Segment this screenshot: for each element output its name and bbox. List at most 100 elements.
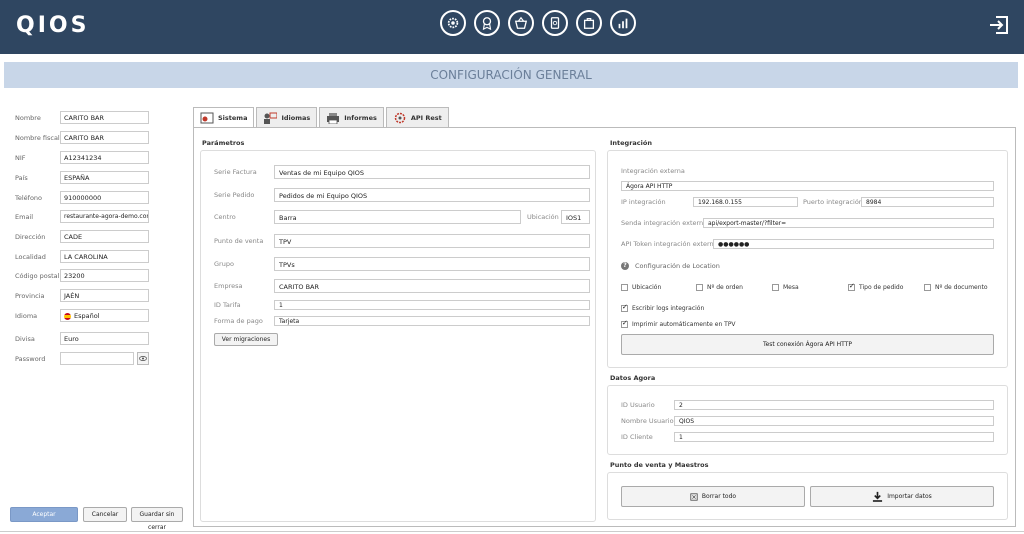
checkbox[interactable] <box>696 284 703 291</box>
check-escribir-logs[interactable]: Escribir logs integración <box>621 303 705 312</box>
check-numero-orden[interactable]: Nº de orden <box>696 284 743 291</box>
pais-input[interactable]: ESPAÑA <box>60 171 149 184</box>
check-tipo-pedido[interactable]: Tipo de pedido <box>848 282 904 291</box>
checkbox-label: Nº de documento <box>935 284 988 291</box>
tab-api-rest[interactable]: API Rest <box>385 107 449 127</box>
integracion-externa-label: Integración externa <box>621 167 685 175</box>
check-mesa[interactable]: Mesa <box>772 284 799 291</box>
tab-informes[interactable]: Informes <box>319 107 384 127</box>
id-cliente-input[interactable]: 1 <box>674 432 994 442</box>
bag-icon[interactable] <box>576 10 602 36</box>
nombre-input[interactable]: CARITO BAR <box>60 111 149 124</box>
serie-pedido-input[interactable]: Pedidos de mi Equipo QIOS <box>274 188 590 202</box>
borrar-todo-button[interactable]: Borrar todo <box>621 486 805 507</box>
punto-venta-input[interactable]: TPV <box>274 234 590 248</box>
empresa-input[interactable]: CARITO BAR <box>274 279 590 293</box>
senda-integracion-input[interactable]: api/export-master/?filter= <box>703 218 994 228</box>
forma-pago-row: Forma de pago Tarjeta <box>214 316 594 330</box>
tab-idiomas[interactable]: Idiomas <box>256 107 318 127</box>
nombre-fiscal-input[interactable]: CARITO BAR <box>60 131 149 144</box>
chart-icon[interactable] <box>610 10 636 36</box>
ip-integracion-input[interactable]: 192.168.0.155 <box>693 197 798 207</box>
field-label: Centro <box>214 213 236 221</box>
field-label: País <box>15 174 28 182</box>
divisa-input[interactable]: Euro <box>60 332 149 345</box>
api-gear-icon <box>394 112 406 123</box>
senda-row: Senda integración externa api/export-mas… <box>621 218 1001 232</box>
save-without-close-button[interactable]: Guardar sin cerrar <box>131 507 183 531</box>
tab-sistema[interactable]: Sistema <box>193 107 255 128</box>
field-label: Nombre fiscal <box>15 134 60 142</box>
eye-icon[interactable] <box>137 352 149 365</box>
puerto-integracion-input[interactable]: 8984 <box>861 197 994 207</box>
checkbox-label: Tipo de pedido <box>859 284 904 291</box>
grupo-row: Grupo TPVs <box>214 257 594 271</box>
nif-input[interactable]: A12341234 <box>60 151 149 164</box>
checkbox[interactable] <box>621 303 628 312</box>
api-token-input[interactable]: ●●●●●● <box>713 239 994 249</box>
checkbox[interactable] <box>772 284 779 291</box>
field-label: Puerto integración <box>803 198 863 206</box>
field-label: Localidad <box>15 253 46 261</box>
accept-button[interactable]: Aceptar <box>10 507 78 522</box>
checkbox-label: Imprimir automáticamente en TPV <box>632 321 736 328</box>
field-label: Empresa <box>214 282 243 290</box>
checkbox[interactable] <box>848 282 855 291</box>
button-label: Importar datos <box>887 493 932 500</box>
help-icon[interactable]: ? <box>621 262 629 270</box>
direccion-input[interactable]: CADE <box>60 230 149 243</box>
forma-pago-input[interactable]: Tarjeta <box>274 316 590 326</box>
localidad-input[interactable]: LA CAROLINA <box>60 250 149 263</box>
field-label: Dirección <box>15 233 46 241</box>
serie-factura-input[interactable]: Ventas de mi Equipo QIOS <box>274 165 590 179</box>
punto-venta-row: Punto de venta TPV <box>214 234 594 248</box>
codigo-postal-input[interactable]: 23200 <box>60 269 149 282</box>
checkbox[interactable] <box>621 284 628 291</box>
maestros-title: Punto de venta y Maestros <box>610 461 709 469</box>
field-label: Serie Factura <box>214 168 257 176</box>
check-numero-documento[interactable]: Nº de documento <box>924 284 988 291</box>
app-logo: QIOS <box>16 13 90 38</box>
cancel-button[interactable]: Cancelar <box>83 507 127 522</box>
tab-bar: Sistema Idiomas Informes API Rest <box>193 107 451 128</box>
badge-icon[interactable] <box>474 10 500 36</box>
field-label: NIF <box>15 154 26 162</box>
check-imprimir-auto[interactable]: Imprimir automáticamente en TPV <box>621 319 736 328</box>
test-connection-button[interactable]: Test conexión Ágora API HTTP <box>621 334 994 355</box>
settings-panel: Parámetros Serie Factura Ventas de mi Eq… <box>193 127 1016 527</box>
field-nif: NIF A12341234 <box>15 151 155 165</box>
checkbox[interactable] <box>621 319 628 328</box>
id-tarifa-input[interactable]: 1 <box>274 300 590 310</box>
ver-migraciones-button[interactable]: Ver migraciones <box>214 333 278 346</box>
field-label: Ubicación <box>527 213 559 221</box>
checkbox[interactable] <box>924 284 931 291</box>
idioma-select[interactable]: Español <box>60 309 149 322</box>
password-input[interactable] <box>60 352 134 365</box>
field-divisa: Divisa Euro <box>15 332 155 346</box>
centro-input[interactable]: Barra <box>274 210 521 224</box>
ubicacion-input[interactable]: IOS1 <box>561 210 590 224</box>
top-bar: QIOS <box>0 0 1024 54</box>
bottom-divider <box>0 531 1024 532</box>
importar-datos-button[interactable]: Importar datos <box>810 486 994 507</box>
field-label: Divisa <box>15 335 35 343</box>
tablet-icon[interactable] <box>542 10 568 36</box>
field-password: Password <box>15 352 155 366</box>
email-input[interactable]: restaurante-agora-demo.com <box>60 210 149 223</box>
maestros-box: Borrar todo Importar datos <box>607 472 1008 520</box>
gear-icon[interactable] <box>440 10 466 36</box>
field-label: Senda integración externa <box>621 219 708 227</box>
check-ubicacion[interactable]: Ubicación <box>621 284 661 291</box>
checkbox-label: Escribir logs integración <box>632 305 705 312</box>
nombre-usuario-input[interactable]: QIOS <box>674 416 994 426</box>
grupo-input[interactable]: TPVs <box>274 257 590 271</box>
nombre-usuario-row: Nombre Usuario QIOS <box>621 416 1001 430</box>
telefono-input[interactable]: 910000000 <box>60 191 149 204</box>
provincia-input[interactable]: JAÉN <box>60 289 149 302</box>
field-label: Grupo <box>214 260 234 268</box>
basket-icon[interactable] <box>508 10 534 36</box>
parametros-box: Serie Factura Ventas de mi Equipo QIOS S… <box>200 150 596 522</box>
integracion-externa-select[interactable]: Ágora API HTTP <box>621 181 994 191</box>
logout-icon[interactable] <box>988 14 1010 36</box>
id-usuario-input[interactable]: 2 <box>674 400 994 410</box>
